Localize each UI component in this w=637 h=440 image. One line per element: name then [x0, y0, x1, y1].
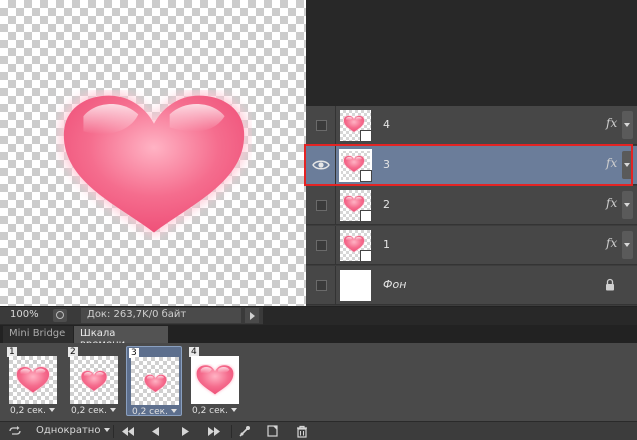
layer-thumbnail: [340, 270, 371, 301]
visibility-toggle[interactable]: [306, 226, 336, 265]
heart-icon: [195, 364, 235, 396]
animation-controls: Однократно: [0, 421, 637, 440]
previous-frame-icon[interactable]: [147, 425, 165, 438]
layer-name[interactable]: 3: [383, 158, 390, 171]
smart-object-icon: [360, 170, 372, 182]
zoom-options-icon[interactable]: [53, 309, 67, 322]
smart-object-icon: [360, 210, 372, 222]
document-info: Док: 263,7K/0 байт: [81, 308, 241, 323]
frame-thumbnail[interactable]: [70, 356, 118, 404]
layer-name[interactable]: Фон: [383, 278, 406, 291]
delete-frame-icon[interactable]: [293, 425, 311, 438]
canvas-background-area: [306, 0, 637, 106]
play-icon[interactable]: [176, 425, 194, 438]
loop-options-select[interactable]: Однократно: [36, 425, 110, 440]
visibility-toggle[interactable]: [306, 186, 336, 225]
divider: [113, 425, 114, 438]
fx-icon[interactable]: fx: [606, 116, 617, 130]
layer-row-background[interactable]: Фон: [306, 266, 637, 305]
layer-name[interactable]: 2: [383, 198, 390, 211]
visibility-checkbox[interactable]: [316, 120, 327, 131]
frame-delay-select[interactable]: 0,2 сек.: [192, 406, 237, 416]
frame-2[interactable]: 2 0,2 сек.: [66, 346, 122, 416]
expand-effects-icon[interactable]: [622, 231, 633, 259]
panel-tab-bar: Mini Bridge Шкала времени: [0, 325, 637, 350]
visibility-checkbox[interactable]: [316, 240, 327, 251]
info-menu-arrow-icon[interactable]: [245, 308, 259, 323]
tab-timeline[interactable]: Шкала времени: [74, 326, 168, 350]
layers-panel: 4 fx 3 fx 2 fx 1 fx Фон: [304, 106, 637, 306]
expand-effects-icon[interactable]: [622, 111, 633, 139]
smart-object-icon: [360, 250, 372, 262]
frame-thumbnail[interactable]: [191, 356, 239, 404]
smart-object-icon: [360, 130, 372, 142]
fx-icon[interactable]: fx: [606, 196, 617, 210]
layer-row-3[interactable]: 3 fx: [304, 144, 637, 186]
visibility-checkbox[interactable]: [316, 280, 327, 291]
visibility-toggle[interactable]: [306, 146, 336, 185]
heart-image: [56, 90, 252, 240]
visibility-checkbox[interactable]: [316, 200, 327, 211]
visibility-toggle[interactable]: [306, 106, 336, 145]
layer-name[interactable]: 1: [383, 238, 390, 251]
frame-delay-select[interactable]: 0,2 сек.: [71, 406, 116, 416]
first-frame-icon[interactable]: [119, 425, 137, 438]
layer-name[interactable]: 4: [383, 118, 390, 131]
duplicate-frame-icon[interactable]: [264, 425, 282, 438]
status-bar-fill: [263, 307, 637, 325]
heart-icon: [143, 374, 168, 393]
frame-4[interactable]: 4 0,2 сек.: [187, 346, 243, 416]
timeline-panel: 1 0,2 сек. 2 0,2 сек. 3 0,2 сек. 4 0,2 с…: [0, 343, 637, 421]
layer-thumbnail: [340, 230, 372, 262]
heart-icon: [15, 366, 51, 394]
layer-thumbnail: [339, 149, 372, 182]
divider: [231, 425, 232, 438]
frame-thumbnail[interactable]: [9, 356, 57, 404]
frame-thumbnail[interactable]: [131, 357, 179, 405]
heart-icon: [79, 370, 109, 392]
layer-row-4[interactable]: 4 fx: [306, 106, 637, 145]
frame-1[interactable]: 1 0,2 сек.: [5, 346, 61, 416]
layer-row-1[interactable]: 1 fx: [306, 226, 637, 265]
next-frame-icon[interactable]: [205, 425, 223, 438]
zoom-level-field[interactable]: 100%: [10, 309, 39, 320]
frame-delay-select[interactable]: 0,2 сек.: [132, 407, 177, 417]
fx-icon[interactable]: fx: [606, 236, 617, 250]
eye-icon[interactable]: [312, 158, 330, 172]
tab-mini-bridge[interactable]: Mini Bridge: [3, 326, 73, 343]
layer-row-2[interactable]: 2 fx: [306, 186, 637, 225]
layer-thumbnail: [340, 190, 372, 222]
status-bar: 100% Док: 263,7K/0 байт: [0, 306, 637, 325]
lock-icon: [606, 278, 614, 291]
visibility-toggle[interactable]: [306, 266, 336, 305]
expand-effects-icon[interactable]: [622, 191, 633, 219]
frame-3[interactable]: 3 0,2 сек.: [126, 346, 182, 417]
loop-icon: [9, 426, 21, 435]
tween-icon[interactable]: [237, 425, 255, 438]
layer-thumbnail: [340, 110, 372, 142]
frame-delay-select[interactable]: 0,2 сек.: [10, 406, 55, 416]
expand-effects-icon[interactable]: [622, 151, 633, 179]
fx-icon[interactable]: fx: [606, 156, 617, 170]
document-canvas[interactable]: [0, 0, 306, 306]
